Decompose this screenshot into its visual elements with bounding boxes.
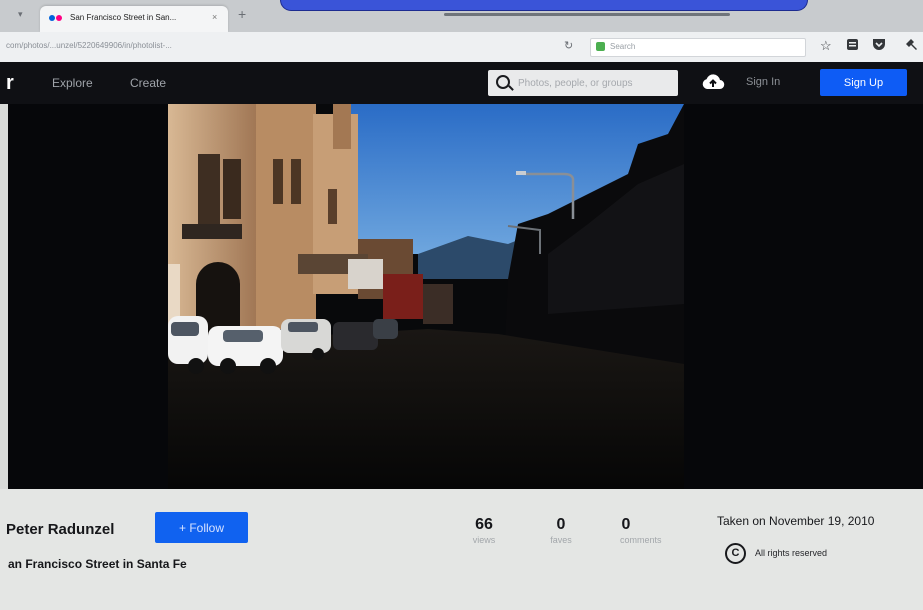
tab-strip-divider: [444, 13, 730, 16]
browser-search-field[interactable]: Search: [590, 38, 806, 57]
upload-cloud-icon[interactable]: [701, 73, 725, 91]
creative-commons-icon: C: [725, 543, 746, 564]
owner-name[interactable]: Peter Radunzel: [6, 521, 114, 538]
stat-comments: 0 comments: [620, 516, 662, 545]
browser-tab-active[interactable]: San Francisco Street in San... ×: [40, 6, 228, 32]
extension-icon[interactable]: [905, 38, 918, 54]
stat-views: 66 views: [472, 516, 496, 545]
site-header: r Explore Create Sign In Sign Up: [0, 62, 923, 104]
reading-list-icon[interactable]: [846, 38, 859, 54]
photo-stage: [8, 104, 923, 489]
stat-label: views: [472, 535, 496, 545]
tab-list-chevron-icon[interactable]: ▾: [18, 9, 23, 20]
reload-icon[interactable]: ↻: [564, 39, 573, 52]
browser-toolbar: com/photos/...unzel/5220649906/in/photol…: [0, 32, 923, 63]
sign-up-button[interactable]: Sign Up: [820, 69, 907, 96]
sign-in-link[interactable]: Sign In: [746, 76, 780, 88]
nav-create[interactable]: Create: [130, 76, 166, 90]
photo-title: an Francisco Street in Santa Fe: [8, 557, 187, 571]
screen-overlay-band: [280, 0, 808, 11]
stat-label: faves: [550, 535, 572, 545]
browser-tab-strip: ▾ San Francisco Street in San... × +: [0, 0, 923, 32]
main-photo[interactable]: [168, 104, 684, 489]
url-field[interactable]: com/photos/...unzel/5220649906/in/photol…: [6, 41, 536, 50]
license-label[interactable]: All rights reserved: [755, 548, 827, 558]
star-icon[interactable]: ☆: [820, 38, 832, 54]
tab-close-icon[interactable]: ×: [212, 12, 217, 22]
browser-search-placeholder: Search: [610, 42, 636, 51]
tab-title: San Francisco Street in San...: [70, 13, 177, 22]
stat-value: 0: [556, 516, 566, 533]
stat-label: comments: [620, 535, 662, 545]
street-photo-image: [168, 104, 684, 489]
new-tab-icon[interactable]: +: [238, 6, 246, 22]
site-search-box: [488, 70, 678, 96]
nav-explore[interactable]: Explore: [52, 76, 93, 90]
stat-value: 66: [475, 516, 493, 533]
taken-date[interactable]: Taken on November 19, 2010: [717, 514, 874, 528]
pocket-icon[interactable]: [872, 38, 886, 54]
follow-button[interactable]: + Follow: [155, 512, 248, 543]
stat-faves: 0 faves: [550, 516, 572, 545]
search-icon[interactable]: [496, 75, 510, 89]
flickr-favicon-icon: [49, 15, 65, 21]
photo-info-panel: Peter Radunzel + Follow an Francisco Str…: [0, 489, 923, 610]
stat-value: 0: [621, 516, 631, 533]
flickr-logo[interactable]: r: [6, 72, 14, 95]
search-engine-icon: [596, 42, 605, 51]
site-search-input[interactable]: [516, 75, 670, 92]
